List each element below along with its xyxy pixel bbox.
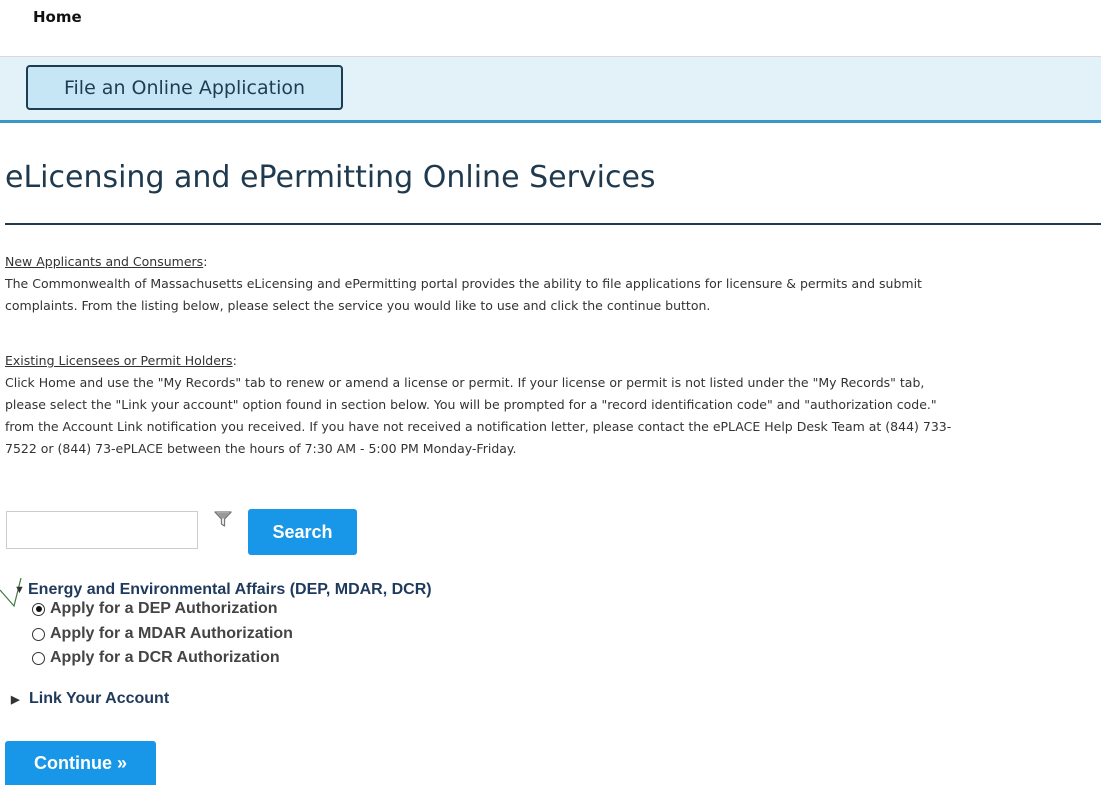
title-divider (5, 223, 1101, 225)
action-bar: File an Online Application (0, 57, 1101, 123)
new-applicants-line-1: The Commonwealth of Massachusetts eLicen… (5, 276, 922, 291)
option-dcr-authorization[interactable]: Apply for a DCR Authorization (32, 648, 280, 668)
existing-licensees-line-1: Click Home and use the "My Records" tab … (5, 375, 925, 390)
search-input[interactable] (6, 511, 198, 549)
radio-dcr-authorization[interactable] (32, 651, 45, 665)
radio-mdar-authorization[interactable] (32, 627, 45, 641)
link-account-label: Link Your Account (29, 690, 170, 707)
new-applicants-heading-colon: : (203, 254, 208, 269)
page-title: eLicensing and ePermitting Online Servic… (5, 160, 656, 195)
existing-licensees-heading: Existing Licensees or Permit Holders (5, 353, 233, 368)
search-button[interactable]: Search (248, 509, 357, 555)
tree-group-label: Energy and Environmental Affairs (DEP, M… (28, 581, 432, 598)
new-applicants-line-2: complaints. From the listing below, plea… (5, 298, 711, 313)
expanded-triangle-icon: ▼ (14, 584, 25, 596)
new-applicants-heading: New Applicants and Consumers (5, 254, 204, 269)
tree-link-your-account[interactable]: ▶ Link Your Account (11, 689, 169, 709)
continue-button[interactable]: Continue » (5, 741, 156, 785)
top-nav: Home (0, 0, 1101, 57)
option-mdar-authorization[interactable]: Apply for a MDAR Authorization (32, 624, 293, 644)
new-applicants-section: New Applicants and Consumers: The Common… (5, 251, 922, 317)
existing-licensees-section: Existing Licensees or Permit Holders: Cl… (5, 350, 951, 460)
option-mdar-label: Apply for a MDAR Authorization (50, 625, 293, 642)
home-link[interactable]: Home (33, 8, 82, 26)
option-dep-authorization[interactable]: Apply for a DEP Authorization (32, 599, 278, 619)
existing-licensees-line-3: from the Account Link notification you r… (5, 419, 952, 434)
filter-icon[interactable] (213, 509, 233, 529)
existing-licensees-heading-line: Existing Licensees or Permit Holders: (5, 350, 951, 372)
existing-licensees-line-4: 7522 or (844) 73-ePLACE between the hour… (5, 441, 517, 456)
new-applicants-heading-line: New Applicants and Consumers: (5, 251, 922, 273)
option-dep-label: Apply for a DEP Authorization (50, 600, 278, 617)
tree-group-energy-environmental[interactable]: ▼ Energy and Environmental Affairs (DEP,… (14, 580, 432, 600)
collapsed-triangle-icon: ▶ (11, 693, 20, 706)
radio-dep-authorization[interactable] (32, 602, 45, 616)
existing-licensees-heading-colon: : (232, 353, 237, 368)
existing-licensees-line-2: please select the "Link your account" op… (5, 397, 937, 412)
option-dcr-label: Apply for a DCR Authorization (50, 649, 280, 666)
file-online-application-button[interactable]: File an Online Application (26, 65, 343, 110)
